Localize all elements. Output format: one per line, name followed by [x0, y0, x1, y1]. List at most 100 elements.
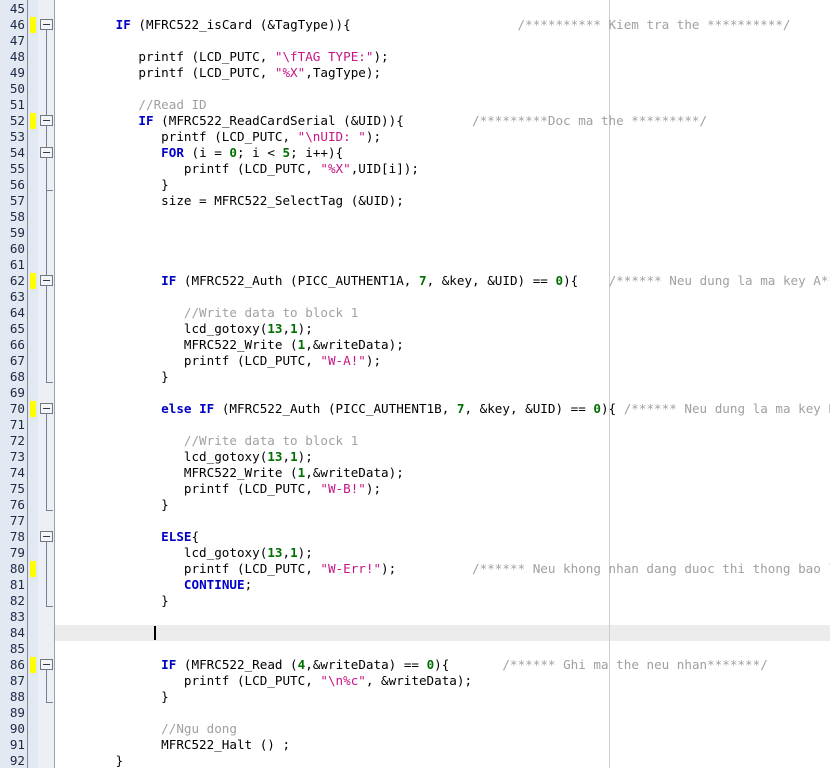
code-line[interactable]: printf (LCD_PUTC, "\fTAG TYPE:");: [55, 49, 830, 65]
line-number: 71: [9, 417, 25, 432]
code-line[interactable]: printf (LCD_PUTC, "%X",UID[i]);: [55, 161, 830, 177]
code-token-num: 1: [290, 545, 298, 560]
code-token-cmt: /****** Neu khong nhan dang duoc thi tho…: [472, 561, 830, 576]
code-line[interactable]: IF (MFRC522_ReadCardSerial (&UID)){ /***…: [55, 113, 830, 129]
change-marker: [30, 273, 36, 289]
code-token-num: 0: [593, 401, 601, 416]
code-line[interactable]: CONTINUE;: [55, 577, 830, 593]
code-line[interactable]: [55, 513, 830, 529]
code-line[interactable]: printf (LCD_PUTC, "\nUID: ");: [55, 129, 830, 145]
code-line[interactable]: else IF (MFRC522_Auth (PICC_AUTHENT1B, 7…: [55, 401, 830, 417]
code-line[interactable]: [55, 33, 830, 49]
line-number: 57: [9, 193, 25, 208]
line-number: 90: [9, 721, 25, 736]
code-line[interactable]: [55, 289, 830, 305]
code-line[interactable]: lcd_gotoxy(13,1);: [55, 545, 830, 561]
code-line[interactable]: printf (LCD_PUTC, "%X",TagType);: [55, 65, 830, 81]
code-token-pln: (i =: [183, 145, 230, 160]
change-marker: [30, 113, 36, 129]
code-token-pln: [396, 561, 472, 576]
code-token-pln: ; i++){: [290, 145, 344, 160]
code-token-pln: );: [297, 321, 313, 336]
code-token-pln: MFRC522_Halt () ;: [55, 737, 291, 752]
code-token-cmt: //Write data to block 1: [55, 433, 359, 448]
code-token-kw: ELSE: [161, 529, 192, 544]
fold-collapse-button[interactable]: [40, 531, 53, 542]
code-line[interactable]: //Read ID: [55, 97, 830, 113]
code-token-num: 1: [290, 449, 298, 464]
code-token-pln: );: [365, 129, 382, 144]
gutter-divider-left: [27, 0, 28, 768]
code-line[interactable]: IF (MFRC522_isCard (&TagType)){ /*******…: [55, 17, 830, 33]
code-line[interactable]: MFRC522_Halt () ;: [55, 737, 830, 753]
code-token-pln: );: [381, 561, 397, 576]
code-token-pln: [55, 17, 116, 32]
code-line[interactable]: }: [55, 497, 830, 513]
code-token-pln: ){: [600, 401, 624, 416]
code-token-pln: [55, 145, 161, 160]
code-line[interactable]: [55, 225, 830, 241]
code-token-cmt: /****** Ghi ma the neu nhan*******/: [502, 657, 768, 672]
code-token-pln: [449, 657, 502, 672]
code-token-pln: ,UID[i]);: [350, 161, 419, 176]
code-token-pln: , &key, &UID) ==: [426, 273, 556, 288]
code-line[interactable]: FOR (i = 0; i < 5; i++){: [55, 145, 830, 161]
code-line[interactable]: size = MFRC522_SelectTag (&UID);: [55, 193, 830, 209]
line-number: 68: [9, 369, 25, 384]
code-text-area[interactable]: IF (MFRC522_isCard (&TagType)){ /*******…: [55, 0, 830, 768]
fold-collapse-button[interactable]: [40, 659, 53, 670]
code-token-str: "W-B!": [320, 481, 366, 496]
code-line[interactable]: }: [55, 593, 830, 609]
code-line[interactable]: MFRC522_Write (1,&writeData);: [55, 465, 830, 481]
code-token-pln: ,&writeData);: [305, 465, 404, 480]
code-line[interactable]: printf (LCD_PUTC, "W-Err!"); /****** Neu…: [55, 561, 830, 577]
code-line[interactable]: IF (MFRC522_Auth (PICC_AUTHENT1A, 7, &ke…: [55, 273, 830, 289]
code-line[interactable]: //Write data to block 1: [55, 305, 830, 321]
code-token-cmt: //Ngu dong: [55, 721, 237, 736]
fold-collapse-button[interactable]: [40, 115, 53, 126]
code-line[interactable]: [55, 257, 830, 273]
code-line[interactable]: [55, 385, 830, 401]
code-token-pln: [55, 577, 184, 592]
code-line[interactable]: lcd_gotoxy(13,1);: [55, 449, 830, 465]
line-number: 88: [9, 689, 25, 704]
line-number: 61: [9, 257, 25, 272]
code-line[interactable]: printf (LCD_PUTC, "W-A!");: [55, 353, 830, 369]
code-line[interactable]: IF (MFRC522_Read (4,&writeData) == 0){ /…: [55, 657, 830, 673]
fold-collapse-button[interactable]: [40, 403, 53, 414]
line-number: 72: [9, 433, 25, 448]
code-line[interactable]: lcd_gotoxy(13,1);: [55, 321, 830, 337]
code-line[interactable]: printf (LCD_PUTC, "W-B!");: [55, 481, 830, 497]
code-token-pln: , &key, &UID) ==: [464, 401, 594, 416]
code-line[interactable]: printf (LCD_PUTC, "\n%c", &writeData);: [55, 673, 830, 689]
code-line[interactable]: //Ngu dong: [55, 721, 830, 737]
code-token-cmt: /********** Kiem tra the **********/: [517, 17, 791, 32]
code-line[interactable]: }: [55, 177, 830, 193]
code-line[interactable]: [55, 705, 830, 721]
fold-collapse-button[interactable]: [40, 275, 53, 286]
fold-collapse-button[interactable]: [40, 19, 53, 30]
code-editor[interactable]: 45 46 47 48 49 50 51 52 53 54 55 56 57 58 59 60 61 62 63 64…: [0, 0, 830, 768]
code-line[interactable]: [55, 641, 830, 657]
code-line[interactable]: [55, 625, 830, 641]
code-line[interactable]: }: [55, 753, 830, 768]
line-number: 53: [9, 129, 25, 144]
code-line[interactable]: [55, 609, 830, 625]
code-line[interactable]: [55, 1, 830, 17]
line-number: 69: [9, 385, 25, 400]
line-number: 48: [9, 49, 25, 64]
code-line[interactable]: [55, 81, 830, 97]
line-number: 51: [9, 97, 25, 112]
line-number: 60: [9, 241, 25, 256]
code-line[interactable]: //Write data to block 1: [55, 433, 830, 449]
code-line[interactable]: MFRC522_Write (1,&writeData);: [55, 337, 830, 353]
code-line[interactable]: }: [55, 369, 830, 385]
code-line[interactable]: [55, 241, 830, 257]
code-line[interactable]: [55, 209, 830, 225]
code-token-pln: ;: [244, 577, 253, 592]
code-line[interactable]: [55, 417, 830, 433]
code-line[interactable]: }: [55, 689, 830, 705]
code-line[interactable]: ELSE{: [55, 529, 830, 545]
line-number: 91: [9, 737, 25, 752]
fold-collapse-button[interactable]: [40, 147, 53, 158]
